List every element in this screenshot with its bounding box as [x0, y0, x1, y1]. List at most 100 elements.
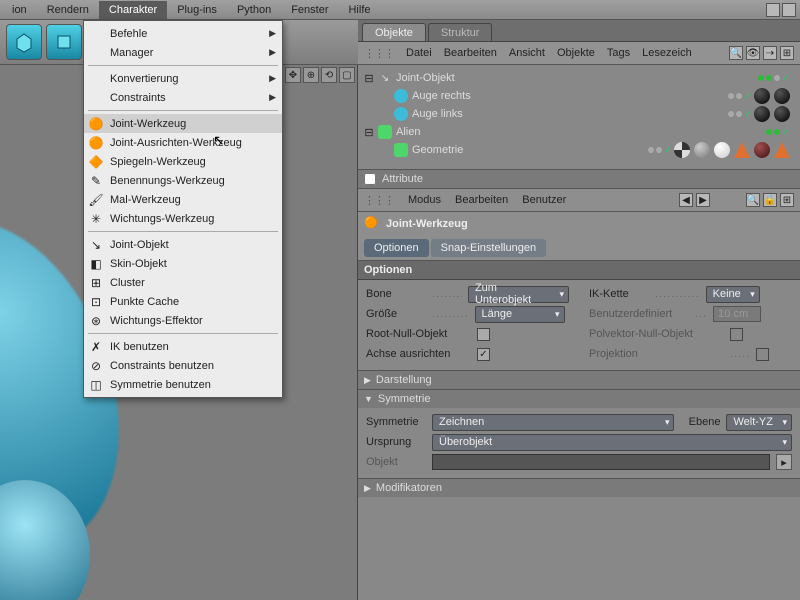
- objekt-field[interactable]: [432, 454, 770, 470]
- rootnull-checkbox[interactable]: [477, 328, 490, 341]
- subtab-snap[interactable]: Snap-Einstellungen: [431, 239, 546, 257]
- arrow-icon[interactable]: ⇢: [763, 46, 777, 60]
- dd-manager[interactable]: Manager▶: [84, 43, 282, 62]
- polevec-checkbox[interactable]: [730, 328, 743, 341]
- tab-struktur[interactable]: Struktur: [428, 23, 493, 41]
- dd-joint-objekt[interactable]: ↘Joint-Objekt: [84, 235, 282, 254]
- dd-benennung[interactable]: ✎Benennungs-Werkzeug: [84, 171, 282, 190]
- dd-mal[interactable]: 🖌Mal-Werkzeug: [84, 190, 282, 209]
- dd-joint-werkzeug[interactable]: 🟠Joint-Werkzeug: [84, 114, 282, 133]
- rotate-view-icon[interactable]: ⟲: [321, 67, 337, 83]
- collapser-darstellung[interactable]: ▶Darstellung: [358, 370, 800, 389]
- dd-spiegeln[interactable]: 🔶Spiegeln-Werkzeug: [84, 152, 282, 171]
- ursprung-select[interactable]: Überobjekt: [432, 434, 792, 451]
- proj-checkbox[interactable]: [756, 348, 769, 361]
- material-tag-icon[interactable]: [774, 88, 790, 104]
- menu-fenster[interactable]: Fenster: [281, 1, 338, 19]
- objects-tabs: Objekte Struktur: [358, 20, 800, 42]
- material-tag-icon[interactable]: [694, 142, 710, 158]
- hierarchy-row[interactable]: Geometrie✓: [364, 141, 794, 159]
- menu-plugins[interactable]: Plug-ins: [167, 1, 227, 19]
- zoom-view-icon[interactable]: ⊕: [303, 67, 319, 83]
- menu-ion[interactable]: ion: [2, 1, 37, 19]
- subtab-optionen[interactable]: Optionen: [364, 239, 429, 257]
- layout-icon[interactable]: [782, 3, 796, 17]
- material-tag-icon[interactable]: [754, 142, 770, 158]
- tab-objekte[interactable]: Objekte: [362, 23, 426, 41]
- grip-icon[interactable]: ⋮⋮⋮: [364, 194, 394, 207]
- menu-python[interactable]: Python: [227, 1, 281, 19]
- attr-modus[interactable]: Modus: [408, 194, 441, 206]
- lock-icon[interactable]: 🔒: [763, 193, 777, 207]
- symmetry-form: Symmetrie Zeichnen Ebene Welt-YZ Ursprun…: [358, 408, 800, 478]
- nav-back-icon[interactable]: ◀: [679, 193, 693, 207]
- attr-benutzer[interactable]: Benutzer: [522, 194, 566, 206]
- btn-objekte[interactable]: Objekte: [557, 47, 595, 59]
- dd-befehle[interactable]: Befehle▶: [84, 24, 282, 43]
- object-hierarchy[interactable]: ⊟↘Joint-Objekt✓ Auge rechts✓ Auge links✓…: [358, 65, 800, 169]
- collapser-symmetrie[interactable]: ▼Symmetrie: [358, 389, 800, 408]
- layout-icon[interactable]: [766, 3, 780, 17]
- uvw-tag-icon[interactable]: [674, 142, 690, 158]
- section-optionen: Optionen: [358, 260, 800, 280]
- dd-joint-ausrichten[interactable]: 🟠Joint-Ausrichten-Werkzeug: [84, 133, 282, 152]
- btn-ansicht[interactable]: Ansicht: [509, 47, 545, 59]
- attr-bearbeiten[interactable]: Bearbeiten: [455, 194, 508, 206]
- btn-bearbeiten[interactable]: Bearbeiten: [444, 47, 497, 59]
- search-icon[interactable]: 🔍: [746, 193, 760, 207]
- collapser-modifikatoren[interactable]: ▶Modifikatoren: [358, 478, 800, 497]
- expand-icon[interactable]: ⊟: [364, 72, 374, 85]
- btn-lesezeichen[interactable]: Lesezeich: [642, 47, 692, 59]
- menu-charakter[interactable]: Charakter: [99, 1, 167, 19]
- attr-checkbox[interactable]: [364, 173, 376, 185]
- ebene-select[interactable]: Welt-YZ: [726, 414, 792, 431]
- grip-icon[interactable]: ⋮⋮⋮: [364, 47, 394, 60]
- new-icon[interactable]: ⊞: [780, 193, 794, 207]
- phong-tag-icon[interactable]: [734, 142, 750, 158]
- custom-field[interactable]: 10 cm: [713, 306, 761, 322]
- menu-hilfe[interactable]: Hilfe: [338, 1, 380, 19]
- dd-constraints-benutzen[interactable]: ⊘Constraints benutzen: [84, 356, 282, 375]
- eye-icon[interactable]: 👁: [746, 46, 760, 60]
- symmetrie-select[interactable]: Zeichnen: [432, 414, 674, 431]
- plus-icon[interactable]: ⊞: [780, 46, 794, 60]
- hierarchy-row[interactable]: ⊟Alien✓: [364, 123, 794, 141]
- null-icon: [378, 125, 392, 139]
- sphere-icon: [394, 89, 408, 103]
- dd-ik-benutzen[interactable]: ✗IK benutzen: [84, 337, 282, 356]
- maximize-view-icon[interactable]: ▢: [339, 67, 355, 83]
- polygon-icon: [394, 143, 408, 157]
- link-icon[interactable]: ▸: [776, 454, 792, 470]
- primitive-icon[interactable]: [46, 24, 82, 60]
- dd-punkte-cache[interactable]: ⊡Punkte Cache: [84, 292, 282, 311]
- dd-symmetrie-benutzen[interactable]: ◫Symmetrie benutzen: [84, 375, 282, 394]
- right-panel: Objekte Struktur ⋮⋮⋮ Datei Bearbeiten An…: [358, 20, 800, 600]
- btn-tags[interactable]: Tags: [607, 47, 630, 59]
- ik-select[interactable]: Keine: [706, 286, 760, 303]
- hierarchy-row[interactable]: ⊟↘Joint-Objekt✓: [364, 69, 794, 87]
- material-tag-icon[interactable]: [754, 106, 770, 122]
- dd-cluster[interactable]: ⊞Cluster: [84, 273, 282, 292]
- align-checkbox[interactable]: ✓: [477, 348, 490, 361]
- btn-datei[interactable]: Datei: [406, 47, 432, 59]
- nav-fwd-icon[interactable]: ▶: [696, 193, 710, 207]
- material-tag-icon[interactable]: [754, 88, 770, 104]
- dd-konvertierung[interactable]: Konvertierung▶: [84, 69, 282, 88]
- bone-select[interactable]: Zum Unterobjekt: [468, 286, 569, 303]
- dd-constraints[interactable]: Constraints▶: [84, 88, 282, 107]
- dd-wichtung[interactable]: ✳Wichtungs-Werkzeug: [84, 209, 282, 228]
- search-icon[interactable]: 🔍: [729, 46, 743, 60]
- material-tag-icon[interactable]: [774, 106, 790, 122]
- hierarchy-row[interactable]: Auge links✓: [364, 105, 794, 123]
- size-select[interactable]: Länge: [475, 306, 565, 323]
- dd-skin-objekt[interactable]: ◧Skin-Objekt: [84, 254, 282, 273]
- expand-icon[interactable]: ⊟: [364, 126, 374, 139]
- move-view-icon[interactable]: ✥: [285, 67, 301, 83]
- dd-wichtung-effektor[interactable]: ⊛Wichtungs-Effektor: [84, 311, 282, 330]
- align-tool-icon: 🟠: [88, 135, 104, 151]
- menu-rendern[interactable]: Rendern: [37, 1, 99, 19]
- phong-tag-icon[interactable]: [774, 142, 790, 158]
- primitive-cube-icon[interactable]: [6, 24, 42, 60]
- material-tag-icon[interactable]: [714, 142, 730, 158]
- hierarchy-row[interactable]: Auge rechts✓: [364, 87, 794, 105]
